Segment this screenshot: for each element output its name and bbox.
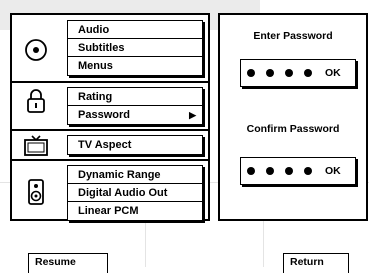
password-dot <box>247 69 255 77</box>
enter-password-field[interactable]: OK <box>240 59 356 87</box>
password-panel: Enter Password OK Confirm Password OK <box>218 13 368 221</box>
menu-item-tv-aspect[interactable]: TV Aspect <box>68 136 202 154</box>
return-button[interactable]: Return <box>283 253 349 273</box>
menu-item-menus[interactable]: Menus <box>68 57 202 75</box>
menu-item-password[interactable]: Password ▶ <box>68 106 202 124</box>
group-divider <box>12 81 208 83</box>
password-dot <box>247 167 255 175</box>
password-dot <box>266 69 274 77</box>
enter-password-ok[interactable]: OK <box>325 67 341 79</box>
menu-item-subtitles[interactable]: Subtitles <box>68 39 202 57</box>
tv-icon <box>22 132 50 160</box>
password-dot <box>304 69 312 77</box>
group-divider <box>12 159 208 161</box>
password-dot <box>285 167 293 175</box>
audio-group-items: Dynamic Range Digital Audio Out Linear P… <box>67 165 203 221</box>
lock-icon <box>22 87 50 115</box>
menu-item-dynamic-range[interactable]: Dynamic Range <box>68 166 202 184</box>
password-dot <box>266 167 274 175</box>
menu-item-password-label: Password <box>78 109 130 121</box>
confirm-password-label: Confirm Password <box>246 123 340 135</box>
menu-item-rating[interactable]: Rating <box>68 88 202 106</box>
setup-menu-panel: Audio Subtitles Menus Rating Password ▶ … <box>10 13 210 221</box>
submenu-arrow-icon: ▶ <box>189 110 196 120</box>
speaker-icon <box>22 178 50 206</box>
tv-group-items: TV Aspect <box>67 135 203 155</box>
menu-item-linear-pcm[interactable]: Linear PCM <box>68 202 202 220</box>
enter-password-label: Enter Password <box>253 30 333 42</box>
disc-group-items: Audio Subtitles Menus <box>67 20 203 76</box>
resume-button[interactable]: Resume <box>28 253 108 273</box>
group-divider <box>12 129 208 131</box>
confirm-password-field[interactable]: OK <box>240 157 356 185</box>
password-dot <box>285 69 293 77</box>
confirm-password-ok[interactable]: OK <box>325 165 341 177</box>
disc-icon <box>22 36 50 64</box>
password-dot <box>304 167 312 175</box>
menu-item-digital-audio-out[interactable]: Digital Audio Out <box>68 184 202 202</box>
menu-item-audio[interactable]: Audio <box>68 21 202 39</box>
lock-group-items: Rating Password ▶ <box>67 87 203 125</box>
